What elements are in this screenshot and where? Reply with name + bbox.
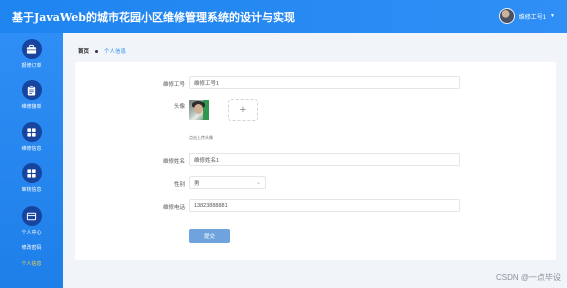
breadcrumb-home[interactable]: 首页 [78, 47, 89, 55]
submit-button[interactable]: 提交 [189, 229, 230, 243]
grid-icon [21, 163, 42, 183]
breadcrumb: 首页 个人信息 [78, 47, 126, 55]
sidebar-item-label: 个人中心 [21, 230, 42, 236]
sidebar-item-label: 维修信息 [21, 146, 42, 152]
phone-label: 维修电话 [162, 205, 185, 211]
user-name[interactable]: 维修工号1 [519, 12, 546, 21]
gender-select[interactable]: 男 ⌄ [189, 176, 266, 189]
worker-name-label: 维修姓名 [162, 159, 185, 165]
sidebar-subitem-change-password[interactable]: 修改密码 [0, 244, 63, 251]
chevron-down-icon: ⌄ [255, 180, 261, 186]
app-title: 基于JavaWeb的城市花园小区维修管理系统的设计与实现 [12, 10, 295, 24]
gender-label: 性别 [173, 182, 185, 188]
card-icon [21, 206, 42, 226]
grid-icon [21, 122, 42, 142]
sidebar-item-label: 维修接单 [21, 104, 42, 110]
watermark: CSDN @一点毕设 [495, 273, 561, 282]
avatar-image [189, 100, 209, 120]
sidebar-item-personal-center[interactable]: 个人中心 [0, 206, 63, 236]
user-avatar[interactable] [498, 8, 515, 24]
upload-hint: 点击上传头像 [189, 135, 213, 140]
phone-field[interactable]: 13823888881 [189, 199, 460, 212]
worker-id-field[interactable]: 维修工号1 [189, 76, 460, 89]
worker-name-field[interactable]: 维修姓名1 [189, 153, 460, 166]
profile-form-card: 维修工号 维修工号1 头像 + 点击上传头像 维修姓名 维修姓名1 性别 男 ⌄… [75, 62, 556, 260]
sidebar-item-label: 报修订单 [21, 63, 42, 69]
top-header-bar: 基于JavaWeb的城市花园小区维修管理系统的设计与实现 维修工号1 ▼ [0, 0, 567, 33]
clipboard-icon [21, 80, 42, 100]
avatar-label: 头像 [173, 104, 185, 110]
sidebar: 报修订单 维修接单 维修信息 审核信息 个人中心 修改密码 个人信息 [0, 33, 63, 288]
gender-value: 男 [194, 180, 200, 187]
worker-id-label: 维修工号 [162, 82, 185, 88]
sidebar-item-accept-orders[interactable]: 维修接单 [0, 80, 63, 110]
chevron-down-icon[interactable]: ▼ [550, 13, 555, 19]
user-menu[interactable]: 维修工号1 ▼ [498, 8, 555, 24]
sidebar-item-repair-info[interactable]: 维修信息 [0, 122, 63, 152]
worker-id-value: 维修工号1 [194, 80, 220, 87]
breadcrumb-separator [95, 49, 99, 53]
avatar-upload-button[interactable]: + [228, 99, 258, 121]
plus-icon: + [239, 104, 247, 116]
main-content: 首页 个人信息 维修工号 维修工号1 头像 + 点击上传头像 维修姓名 维修姓名… [63, 33, 567, 288]
worker-name-value: 维修姓名1 [194, 157, 220, 164]
sidebar-item-label: 审核信息 [21, 187, 42, 193]
phone-value: 13823888881 [194, 202, 228, 209]
sidebar-item-review-info[interactable]: 审核信息 [0, 163, 63, 193]
briefcase-icon [21, 39, 42, 59]
sidebar-subitem-personal-info[interactable]: 个人信息 [0, 260, 63, 267]
sidebar-item-repair-orders[interactable]: 报修订单 [0, 39, 63, 69]
breadcrumb-current: 个人信息 [104, 49, 127, 55]
